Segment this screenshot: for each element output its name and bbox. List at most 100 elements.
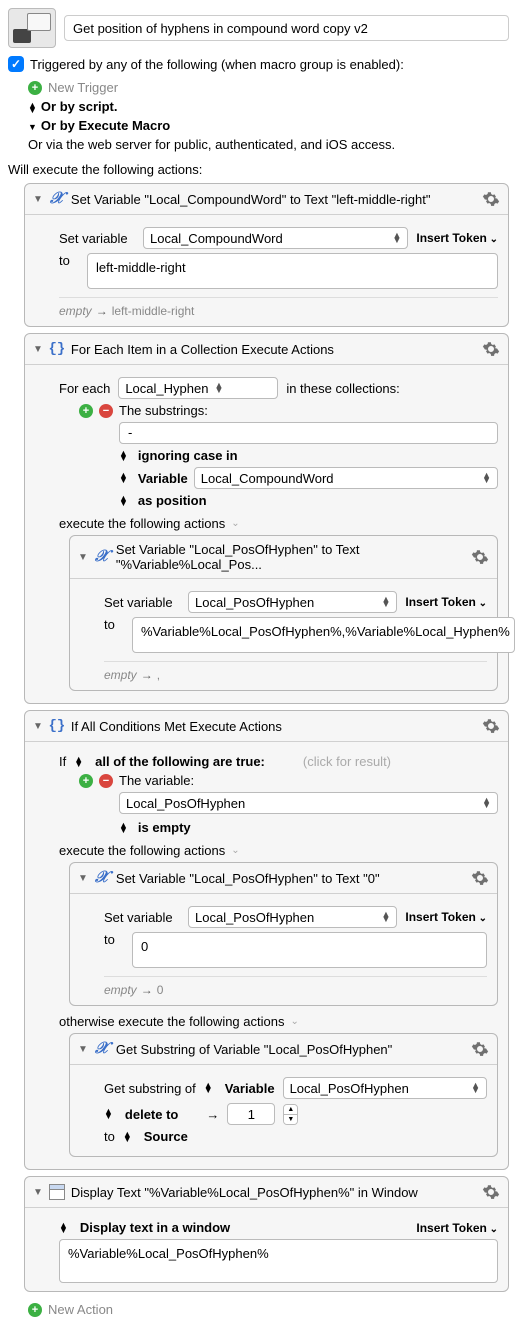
new-action-link[interactable]: New Action: [48, 1302, 113, 1317]
get-substring-label: Get substring of: [104, 1081, 196, 1096]
down-icon[interactable]: [28, 118, 41, 133]
add-collection-icon[interactable]: +: [79, 404, 93, 418]
updown-icon[interactable]: [119, 451, 128, 461]
gear-icon[interactable]: [482, 190, 500, 208]
disclosure-icon[interactable]: ▼: [78, 1044, 88, 1055]
remove-collection-icon[interactable]: −: [99, 404, 113, 418]
to-label: to: [59, 253, 79, 268]
display-mode-select[interactable]: Display text in a window: [80, 1220, 408, 1235]
add-condition-icon[interactable]: +: [79, 774, 93, 788]
status-preview: empty→0: [104, 976, 487, 997]
updown-icon[interactable]: [104, 1109, 113, 1119]
if-label: If: [59, 754, 66, 769]
action-title: For Each Item in a Collection Execute Ac…: [71, 342, 476, 357]
disclosure-icon[interactable]: ▼: [78, 873, 88, 884]
action-title: Display Text "%Variable%Local_PosOfHyphe…: [71, 1185, 476, 1200]
will-execute-label: Will execute the following actions:: [8, 162, 509, 177]
or-by-script: Or by script.: [41, 99, 118, 114]
add-action-icon[interactable]: +: [28, 1303, 42, 1317]
disclosure-icon[interactable]: ⌄: [231, 518, 239, 529]
action-title: Set Variable "Local_PosOfHyphen" to Text…: [116, 542, 465, 572]
window-icon: [49, 1184, 65, 1200]
to-label: to: [104, 932, 124, 947]
gear-icon[interactable]: [482, 340, 500, 358]
text-value-input[interactable]: 0: [132, 932, 487, 968]
foreach-var-select[interactable]: Local_Hyphen: [118, 377, 278, 399]
condition-var-select[interactable]: Local_PosOfHyphen: [119, 792, 498, 814]
trigger-label: Triggered by any of the following (when …: [30, 57, 404, 72]
action-title: Set Variable "Local_PosOfHyphen" to Text…: [116, 871, 465, 886]
gear-icon[interactable]: [471, 869, 489, 887]
gear-icon[interactable]: [482, 1183, 500, 1201]
substring-var-select[interactable]: Local_PosOfHyphen: [283, 1077, 487, 1099]
updown-icon[interactable]: [74, 757, 83, 767]
disclosure-icon[interactable]: ⌄: [290, 1016, 298, 1027]
delete-to-select[interactable]: delete to: [125, 1107, 178, 1122]
via-web-label: Or via the web server for public, authen…: [28, 137, 509, 152]
enabled-checkbox[interactable]: [8, 56, 24, 72]
insert-token-button[interactable]: Insert Token: [416, 1221, 498, 1235]
otherwise-label: otherwise execute the following actions: [59, 1014, 284, 1029]
updown-icon[interactable]: [123, 1132, 132, 1142]
text-value-input[interactable]: left-middle-right: [87, 253, 498, 289]
exec-actions-label: execute the following actions: [59, 843, 225, 858]
insert-token-button[interactable]: Insert Token: [405, 595, 487, 609]
disclosure-icon[interactable]: ⌄: [231, 845, 239, 856]
index-input[interactable]: [227, 1103, 275, 1125]
new-trigger-link[interactable]: New Trigger: [48, 80, 118, 95]
variable-select[interactable]: Local_CompoundWord: [143, 227, 408, 249]
collection-var-select[interactable]: Local_CompoundWord: [194, 467, 498, 489]
exec-actions-label: execute the following actions: [59, 516, 225, 531]
gear-icon[interactable]: [471, 548, 489, 566]
status-preview: empty→left-middle-right: [59, 297, 498, 318]
remove-condition-icon[interactable]: −: [99, 774, 113, 788]
text-value-input[interactable]: %Variable%Local_PosOfHyphen%,%Variable%L…: [132, 617, 515, 653]
as-position-select[interactable]: as position: [138, 493, 207, 508]
updown-icon[interactable]: [119, 473, 128, 483]
macro-icon: [8, 8, 56, 48]
gear-icon[interactable]: [471, 1040, 489, 1058]
disclosure-icon[interactable]: ▼: [78, 552, 88, 563]
substrings-label: The substrings:: [119, 403, 208, 418]
action-title: Set Variable "Local_CompoundWord" to Tex…: [71, 192, 476, 207]
updown-icon[interactable]: [119, 823, 128, 833]
disclosure-icon[interactable]: ▼: [33, 1187, 43, 1198]
variable-icon: 𝒳: [49, 191, 65, 207]
insert-token-button[interactable]: Insert Token: [416, 231, 498, 245]
braces-icon: {}: [49, 718, 65, 734]
or-by-execute: Or by Execute Macro: [41, 118, 170, 133]
arrow-icon: →: [206, 1107, 219, 1122]
variable-label: Variable: [138, 471, 188, 486]
braces-icon: {}: [49, 341, 65, 357]
updown-icon[interactable]: [28, 103, 37, 113]
substring-input[interactable]: -: [119, 422, 498, 444]
updown-icon[interactable]: [59, 1223, 68, 1233]
set-variable-label: Set variable: [104, 595, 180, 610]
updown-icon[interactable]: [204, 1083, 213, 1093]
set-variable-label: Set variable: [104, 910, 180, 925]
disclosure-icon[interactable]: ▼: [33, 344, 43, 355]
gear-icon[interactable]: [482, 717, 500, 735]
set-variable-label: Set variable: [59, 231, 135, 246]
insert-token-button[interactable]: Insert Token: [405, 910, 487, 924]
index-stepper[interactable]: ▲▼: [283, 1104, 298, 1125]
variable-select[interactable]: Local_PosOfHyphen: [188, 591, 397, 613]
display-text-input[interactable]: %Variable%Local_PosOfHyphen%: [59, 1239, 498, 1283]
all-true-select[interactable]: all of the following are true:: [95, 754, 265, 769]
click-result-hint[interactable]: (click for result): [303, 754, 391, 769]
disclosure-icon[interactable]: ▼: [33, 721, 43, 732]
variable-icon: 𝒳: [94, 1041, 110, 1057]
macro-title-input[interactable]: [64, 15, 509, 41]
disclosure-icon[interactable]: ▼: [33, 194, 43, 205]
the-variable-label: The variable:: [119, 773, 194, 788]
add-trigger-icon[interactable]: +: [28, 81, 42, 95]
updown-icon[interactable]: [119, 496, 128, 506]
is-empty-select[interactable]: is empty: [138, 820, 191, 835]
ignoring-case-select[interactable]: ignoring case in: [138, 448, 238, 463]
variable-type-select[interactable]: Variable: [225, 1081, 275, 1096]
variable-icon: 𝒳: [94, 870, 110, 886]
status-preview: empty→,: [104, 661, 487, 682]
source-select[interactable]: Source: [144, 1129, 188, 1144]
variable-select[interactable]: Local_PosOfHyphen: [188, 906, 397, 928]
to-label: to: [104, 1129, 115, 1144]
